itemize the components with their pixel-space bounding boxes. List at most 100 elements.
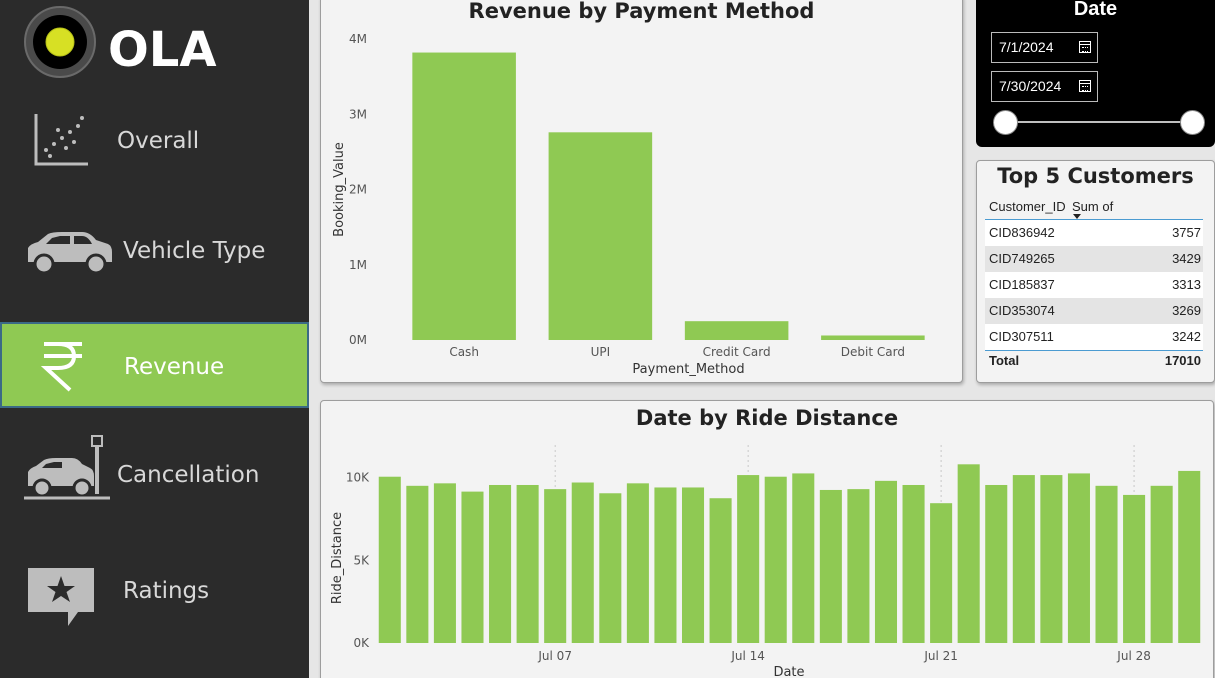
bar-upi [548,132,653,340]
customer-id-cell: CID185837 [989,277,1055,292]
booking-value-cell: 3757 [1172,225,1201,240]
date-slicer-title: Date [1073,0,1118,20]
x-tick-label: Jul 21 [923,649,958,663]
table-row[interactable]: CID307511 3242 [985,324,1203,350]
start-date-value: 7/1/2024 [999,39,1054,55]
date-range-slider-track[interactable] [1006,121,1193,123]
bar-2024-07-10 [626,483,649,643]
y-tick-label: 3M [349,107,367,121]
y-tick-label: 1M [349,258,367,272]
car-crash-icon [24,432,116,518]
bar-2024-07-28 [1123,494,1146,643]
booking-value-cell: 3242 [1172,329,1201,344]
logo-text: OLA [108,22,217,78]
booking-value-cell: 3429 [1172,251,1201,266]
bar-debit-card [821,335,925,340]
ride-distance-bar-chart: 0K 5K 10K Jul 07 Jul 14 Jul 21 Jul 28 Date Ride_… [330,445,1201,678]
chart-title: Revenue by Payment Method [468,0,815,23]
sidebar-item-cancellation[interactable]: Cancellation [0,432,309,518]
car-icon [24,208,116,294]
top-customers-panel: Top 5 Customers Customer_ID Sum of Booki… [976,160,1215,383]
y-tick-label: 4M [349,32,367,46]
bar-2024-07-03 [433,483,456,643]
calendar-icon[interactable] [1079,41,1091,53]
bar-cash [412,52,516,341]
total-label: Total [989,353,1020,368]
top-customers-table: Customer_ID Sum of Booking_Value CID8369… [985,194,1203,372]
x-tick-label: UPI [591,345,611,359]
bar-2024-07-13 [709,498,732,643]
bar-2024-07-16 [792,473,815,643]
table-header-row: Customer_ID Sum of Booking_Value [985,194,1203,240]
x-tick-label: Jul 28 [1116,649,1151,663]
table-row[interactable]: CID749265 3429 [985,246,1203,272]
booking-value-cell: 3269 [1172,303,1201,318]
rupee-icon [26,324,118,410]
customer-id-cell: CID749265 [989,251,1055,266]
revenue-bar-chart: 0M 1M 2M 3M 4M Cash UPI Credit Card Debit Card Pa… [332,32,925,377]
bar-2024-07-27 [1095,485,1118,643]
bar-2024-07-08 [571,482,594,643]
bar-2024-07-23 [985,484,1008,643]
scatter-chart-icon [24,98,116,184]
bar-2024-07-26 [1067,473,1090,643]
sidebar-item-ratings[interactable]: Ratings [0,548,309,634]
sidebar-item-label: Overall [117,128,200,154]
start-date-slider-handle[interactable] [993,110,1018,135]
sidebar-item-label: Cancellation [117,462,260,488]
bar-2024-07-29 [1150,485,1173,643]
bar-2024-07-09 [599,493,622,643]
bar-2024-07-20 [902,484,925,643]
end-date-slider-handle[interactable] [1180,110,1205,135]
sidebar-item-label: Vehicle Type [123,238,266,264]
bar-2024-07-21 [930,503,953,643]
start-date-input[interactable]: 7/1/2024 [991,32,1098,63]
bar-2024-07-14 [737,475,760,643]
sidebar-item-revenue[interactable]: Revenue [0,322,309,408]
ola-logo: OLA [22,5,252,80]
bar-2024-07-15 [764,476,787,643]
end-date-value: 7/30/2024 [999,78,1062,94]
table-row[interactable]: CID353074 3269 [985,298,1203,324]
star-review-icon [24,548,116,634]
x-axis-label: Payment_Method [632,362,744,377]
table-row[interactable]: CID836942 3757 [985,220,1203,246]
bar-2024-07-12 [681,487,705,643]
sidebar-item-overall[interactable]: Overall [0,98,309,184]
calendar-icon[interactable] [1079,80,1091,92]
top-customers-title: Top 5 Customers [997,164,1194,188]
bar-2024-07-01 [378,476,401,643]
end-date-input[interactable]: 7/30/2024 [991,71,1098,102]
table-total-row: Total 17010 [985,350,1203,372]
bar-2024-07-25 [1040,475,1063,643]
y-tick-label: 0K [353,636,370,650]
bar-2024-07-22 [957,464,980,643]
x-tick-label: Jul 14 [730,649,765,663]
dashboard: OLA Overall Vehicle Type Revenue Cancell… [0,0,1215,678]
bar-2024-07-06 [516,484,539,643]
bar-2024-07-19 [874,480,898,643]
sidebar-item-label: Revenue [124,354,225,380]
bar-2024-07-30 [1178,470,1201,643]
table-row[interactable]: CID185837 3313 [985,272,1203,298]
y-axis-label: Booking_Value [332,142,347,237]
x-tick-label: Jul 07 [537,649,572,663]
x-axis-label: Date [773,665,804,678]
chart-title: Date by Ride Distance [635,406,899,430]
x-tick-label: Debit Card [841,345,905,359]
y-tick-label: 0M [349,333,367,347]
sort-descending-icon [1073,214,1081,219]
sidebar-item-vehicle-type[interactable]: Vehicle Type [0,208,309,294]
bar-2024-07-02 [406,485,429,643]
total-value: 17010 [1164,353,1201,368]
bar-2024-07-05 [489,484,512,643]
column-header-customer-id[interactable]: Customer_ID [989,194,1066,220]
bar-2024-07-18 [847,489,870,643]
bar-2024-07-24 [1012,475,1035,643]
sidebar: OLA Overall Vehicle Type Revenue Cancell… [0,0,309,678]
revenue-by-payment-chart-panel: Revenue by Payment Method 0M 1M 2M 3M 4M Cash… [320,0,963,383]
x-tick-label: Cash [449,345,479,359]
bar-2024-07-07 [544,489,567,643]
ride-distance-by-date-chart-panel: Date by Ride Distance 0K 5K 10K Jul 07 Jul 1… [320,400,1214,678]
bar-credit-card [684,321,789,340]
